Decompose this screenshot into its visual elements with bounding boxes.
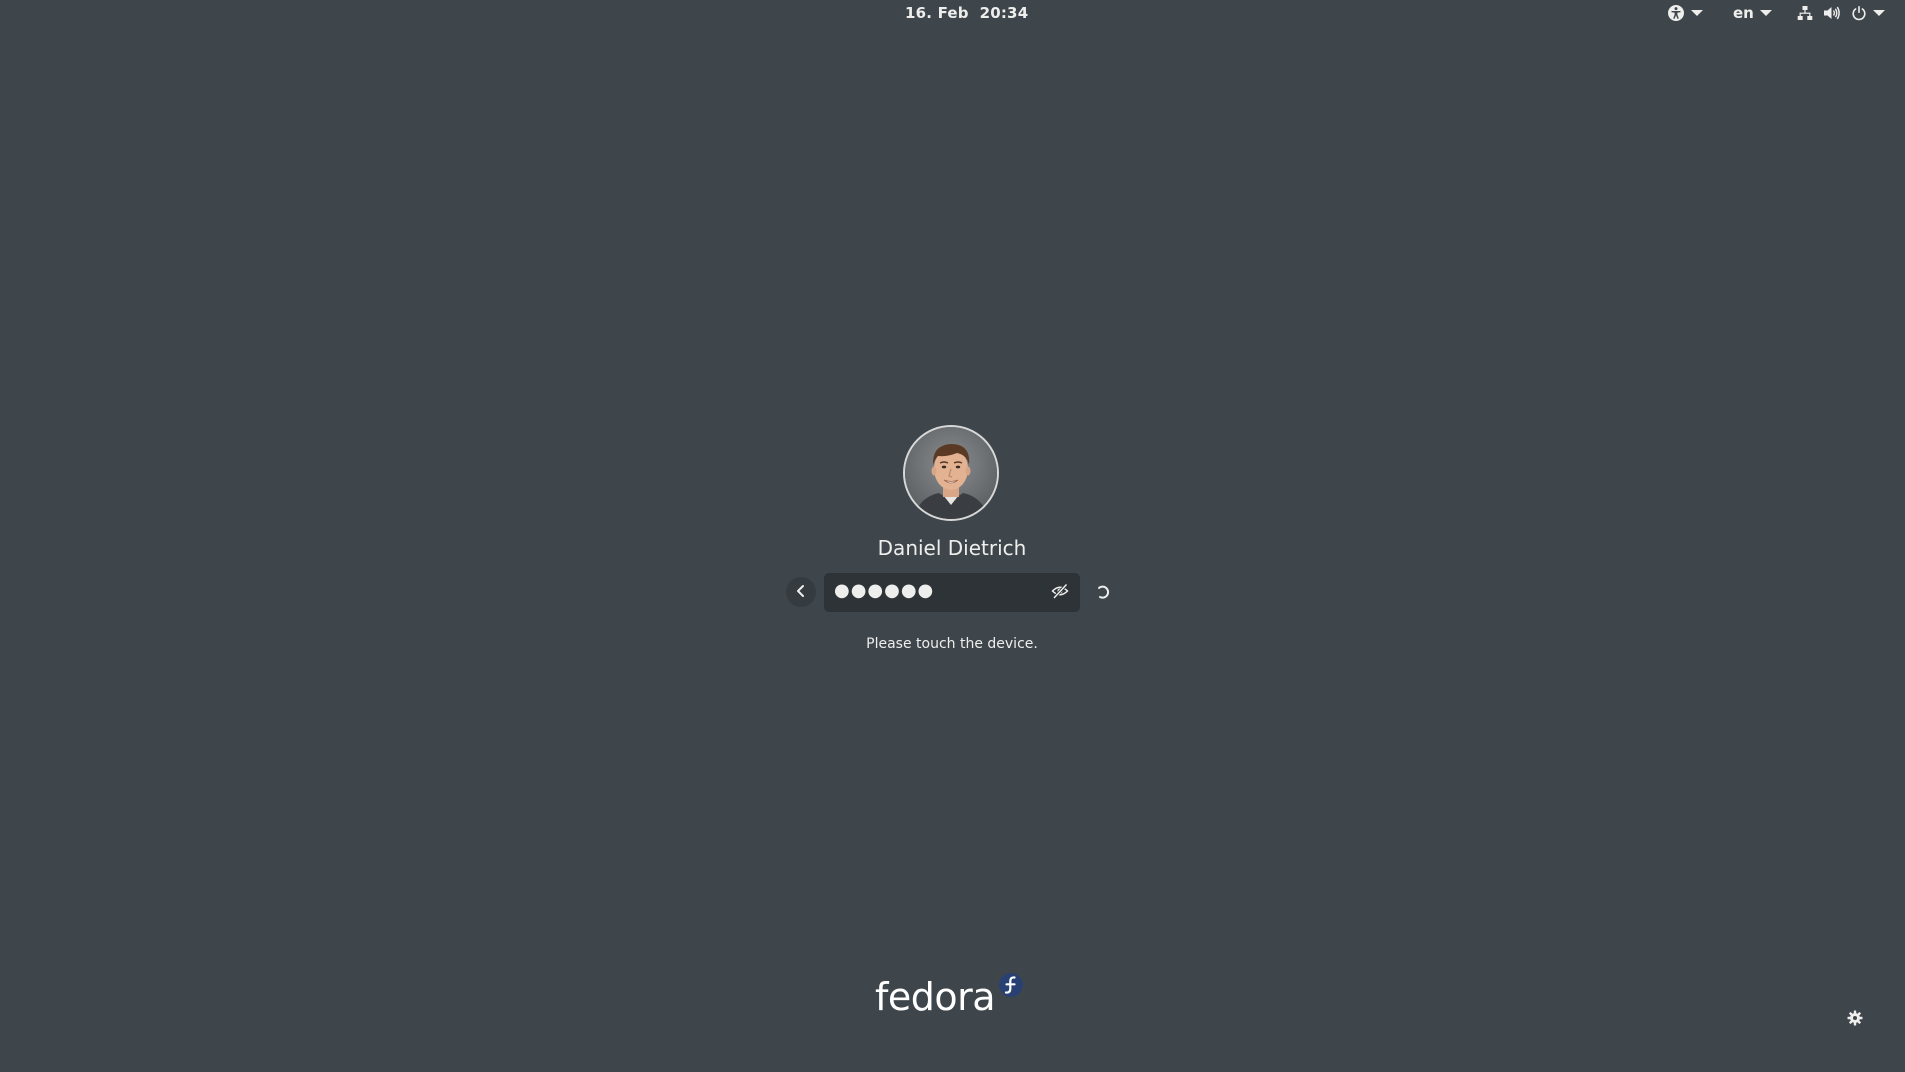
gear-icon [1847,1010,1863,1030]
reveal-password-button[interactable] [1050,583,1070,603]
auth-prompt-message: Please touch the device. [866,636,1038,652]
power-icon [1851,5,1867,21]
volume-icon [1823,5,1841,21]
spinner-icon [1093,582,1113,602]
wired-network-icon [1797,5,1813,21]
chevron-left-icon [795,583,807,602]
login-screen: 16. Feb 20:34 en Daniel Dietrich ●●●●●● … [0,0,1905,1072]
keyboard-layout-menu[interactable]: en [1733,3,1772,23]
back-button[interactable] [786,577,816,607]
system-menu[interactable] [1797,3,1885,23]
user-avatar [903,425,999,521]
user-name-label: Daniel Dietrich [877,536,1027,560]
password-field[interactable]: ●●●●●● [824,573,1080,612]
chevron-down-icon [1873,10,1885,16]
accessibility-menu[interactable] [1667,3,1703,23]
top-bar: 16. Feb 20:34 en [0,0,1905,27]
fedora-wordmark: fedora [875,975,996,1019]
eye-slash-icon [1051,583,1069,603]
accessibility-icon [1667,4,1685,22]
password-value: ●●●●●● [834,580,935,601]
session-settings-button[interactable] [1845,1010,1865,1030]
chevron-down-icon [1759,10,1772,16]
chevron-down-icon [1691,10,1703,16]
language-label: en [1733,4,1754,22]
fedora-logo: fedora [875,972,1035,1025]
date-time-display[interactable]: 16. Feb 20:34 [905,4,1028,22]
fedora-infinity-icon [998,972,1024,998]
